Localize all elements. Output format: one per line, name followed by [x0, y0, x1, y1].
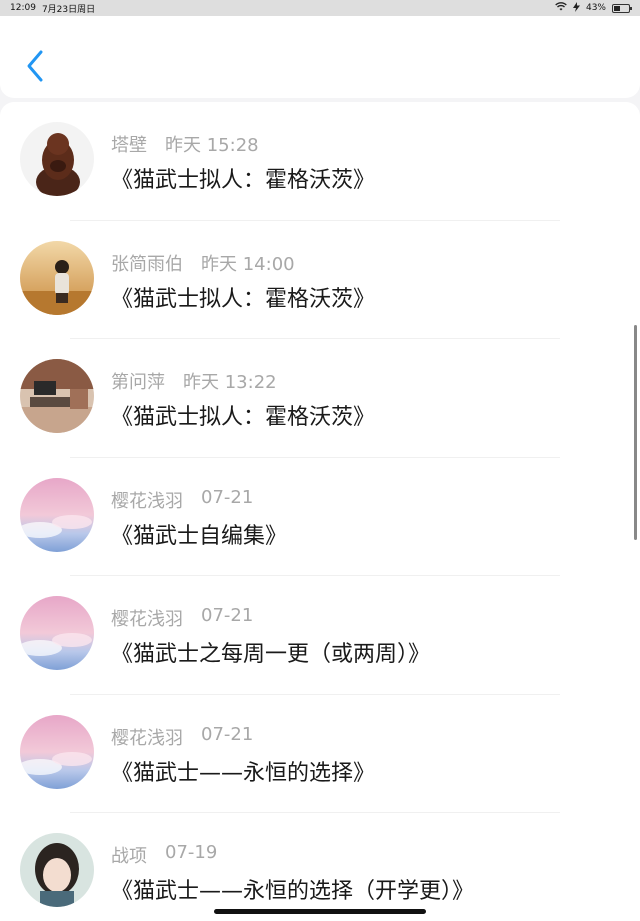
timestamp: 昨天 14:00 — [201, 253, 295, 275]
sender-name[interactable]: 樱花浅羽 — [111, 724, 183, 750]
avatar[interactable] — [20, 240, 94, 315]
sender-name[interactable]: 塔壁 — [111, 131, 147, 157]
sender-name[interactable]: 樱花浅羽 — [111, 605, 183, 631]
back-button[interactable] — [20, 46, 50, 86]
wifi-icon — [555, 2, 567, 14]
list-item[interactable]: 张简雨伯 昨天 14:00 《猫武士拟人：霍格沃茨》 — [0, 221, 640, 340]
item-title[interactable]: 《猫武士之每周一更（或两周）》 — [111, 636, 430, 668]
chevron-left-icon — [27, 50, 43, 82]
timestamp: 昨天 13:22 — [183, 372, 277, 393]
list-item[interactable]: 樱花浅羽 07-21 《猫武士——永恒的选择》 — [0, 695, 640, 814]
timestamp: 07-19 — [165, 842, 218, 863]
sender-name[interactable]: 张简雨伯 — [111, 250, 183, 276]
item-title[interactable]: 《猫武士——永恒的选择》 — [111, 755, 375, 787]
timestamp: 昨天 15:28 — [165, 135, 259, 156]
item-title[interactable]: 《猫武士拟人：霍格沃茨》 — [111, 281, 375, 313]
list-item[interactable]: 战项 07-19 《猫武士——永恒的选择（开学更）》 — [0, 813, 640, 921]
avatar[interactable] — [20, 714, 94, 789]
status-bar: 12:09 7月23日周日 43% — [0, 0, 640, 16]
item-title[interactable]: 《猫武士拟人：霍格沃茨》 — [111, 162, 375, 194]
avatar[interactable] — [20, 122, 94, 196]
avatar[interactable] — [20, 359, 94, 433]
battery-percent: 43% — [585, 3, 606, 13]
timestamp: 07-21 — [201, 723, 254, 745]
item-title[interactable]: 《猫武士自编集》 — [111, 518, 287, 550]
timestamp: 07-21 — [201, 486, 254, 508]
status-date: 7月23日周日 — [41, 4, 96, 15]
list-item[interactable]: 塔壁 昨天 15:28 《猫武士拟人：霍格沃茨》 — [0, 102, 640, 221]
notification-list: 塔壁 昨天 15:28 《猫武士拟人：霍格沃茨》 张简雨伯 昨天 14:00 《… — [0, 102, 640, 921]
scrollbar[interactable] — [634, 325, 637, 540]
list-item[interactable]: 樱花浅羽 07-21 《猫武士之每周一更（或两周）》 — [0, 576, 640, 695]
charging-icon — [572, 1, 580, 15]
avatar[interactable] — [20, 477, 94, 552]
item-title[interactable]: 《猫武士拟人：霍格沃茨》 — [111, 399, 375, 431]
timestamp: 07-21 — [201, 605, 254, 626]
status-time: 12:09 — [10, 3, 36, 13]
home-indicator[interactable] — [214, 909, 426, 914]
list-item[interactable]: 第问萍 昨天 13:22 《猫武士拟人：霍格沃茨》 — [0, 339, 640, 458]
header — [0, 16, 640, 98]
sender-name[interactable]: 樱花浅羽 — [111, 487, 183, 513]
list-item[interactable]: 樱花浅羽 07-21 《猫武士自编集》 — [0, 458, 640, 577]
sender-name[interactable]: 第问萍 — [111, 368, 165, 394]
sender-name[interactable]: 战项 — [111, 842, 147, 868]
item-title[interactable]: 《猫武士——永恒的选择（开学更）》 — [111, 873, 474, 905]
battery-icon — [612, 3, 632, 13]
avatar[interactable] — [20, 596, 94, 670]
avatar[interactable] — [20, 833, 94, 907]
